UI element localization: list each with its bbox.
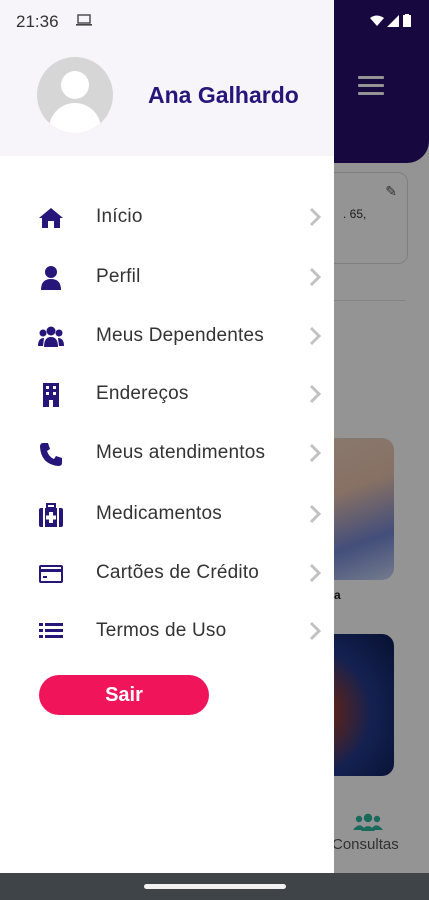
avatar[interactable] [37,57,113,133]
medkit-icon [39,503,63,527]
chevron-right-icon [309,563,322,583]
menu-item-label: Endereços [96,383,189,404]
menu-item-cartoes-de-credito[interactable]: Cartões de Crédito [0,544,334,602]
menu-item-label: Início [96,206,143,227]
menu-item-label: Meus Dependentes [96,325,264,346]
chevron-right-icon [309,621,322,641]
battery-icon [403,14,411,27]
system-nav-bar [0,873,429,900]
signal-icon [387,15,400,27]
menu-item-perfil[interactable]: Perfil [0,248,334,306]
menu-item-medicamentos[interactable]: Medicamentos [0,485,334,543]
group-icon [38,326,64,347]
chevron-right-icon [309,443,322,463]
navigation-drawer: Ana Galhardo Início Perfil Meus Dependen… [0,0,334,873]
menu-item-inicio[interactable]: Início [0,188,334,246]
logout-button[interactable]: Sair [39,675,209,715]
status-time: 21:36 [16,12,59,31]
menu-item-label: Medicamentos [96,503,222,524]
credit-card-icon [39,565,63,583]
chevron-right-icon [309,326,322,346]
wifi-icon [369,15,384,26]
phone-icon [40,443,62,466]
menu-item-label: Cartões de Crédito [96,562,260,583]
chevron-right-icon [309,207,322,227]
laptop-icon [76,14,92,26]
chevron-right-icon [309,384,322,404]
menu-item-meus-atendimentos[interactable]: Meus atendimentos [0,424,334,482]
user-name: Ana Galhardo [148,82,299,108]
menu-item-label: Meus atendimentos [96,442,266,463]
home-gesture-handle[interactable] [144,884,286,889]
menu-item-enderecos[interactable]: Endereços [0,365,334,423]
building-icon [43,383,59,407]
menu-item-label: Perfil [96,266,141,287]
menu-item-label: Termos de Uso [96,620,227,641]
status-bar: 21:36 [0,0,429,44]
system-icons [369,14,411,30]
chevron-right-icon [309,504,322,524]
menu-item-termos-de-uso[interactable]: Termos de Uso [0,602,334,660]
home-icon [39,208,63,228]
list-icon [39,623,63,638]
menu-item-meus-dependentes[interactable]: Meus Dependentes [0,307,334,365]
person-icon [41,266,61,290]
chevron-right-icon [309,267,322,287]
